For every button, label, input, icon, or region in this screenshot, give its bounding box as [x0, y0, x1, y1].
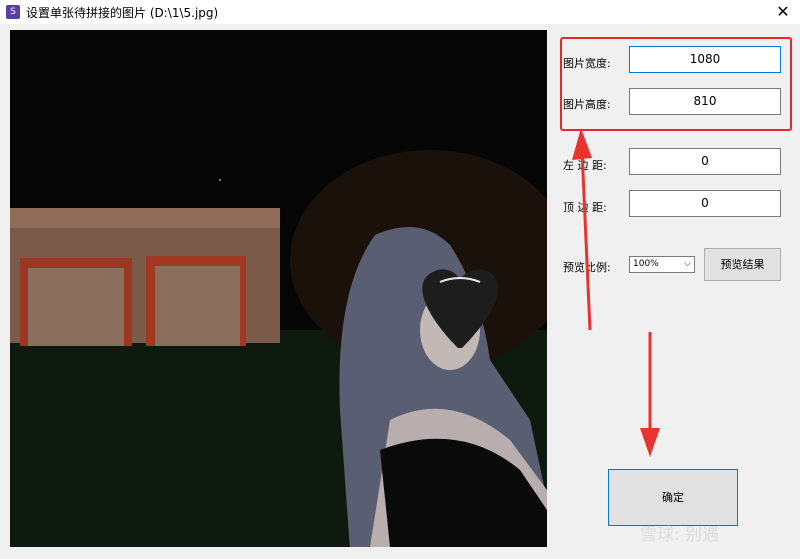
- photo-scene: [10, 30, 547, 547]
- arrow-down-icon: [640, 332, 660, 457]
- preview-ratio-select[interactable]: 100% ⌵: [629, 256, 695, 273]
- top-margin-field[interactable]: 0: [629, 190, 781, 217]
- preview-ratio-label: 预览比例:: [563, 261, 611, 274]
- app-icon: S: [6, 5, 20, 19]
- preview-result-button[interactable]: 预览结果: [704, 248, 781, 281]
- preview-ratio-value: 100%: [633, 259, 659, 269]
- window-title: 设置单张待拼接的图片 (D:\1\5.jpg): [26, 6, 219, 20]
- top-margin-label: 顶 边 距:: [563, 201, 607, 214]
- highlight-annotation: [560, 37, 792, 131]
- dialog-window: S 设置单张待拼接的图片 (D:\1\5.jpg) ✕ 图片宽度: 1080 图…: [0, 0, 800, 559]
- title-bar: S 设置单张待拼接的图片 (D:\1\5.jpg) ✕: [0, 0, 800, 24]
- left-margin-field[interactable]: 0: [629, 148, 781, 175]
- image-preview: [10, 30, 547, 547]
- confirm-button[interactable]: 确定: [608, 469, 738, 526]
- chevron-down-icon: ⌵: [684, 259, 691, 269]
- close-button[interactable]: ✕: [766, 0, 800, 24]
- left-margin-label: 左 边 距:: [563, 159, 607, 172]
- watermark: 雪球: 别遇: [640, 525, 720, 545]
